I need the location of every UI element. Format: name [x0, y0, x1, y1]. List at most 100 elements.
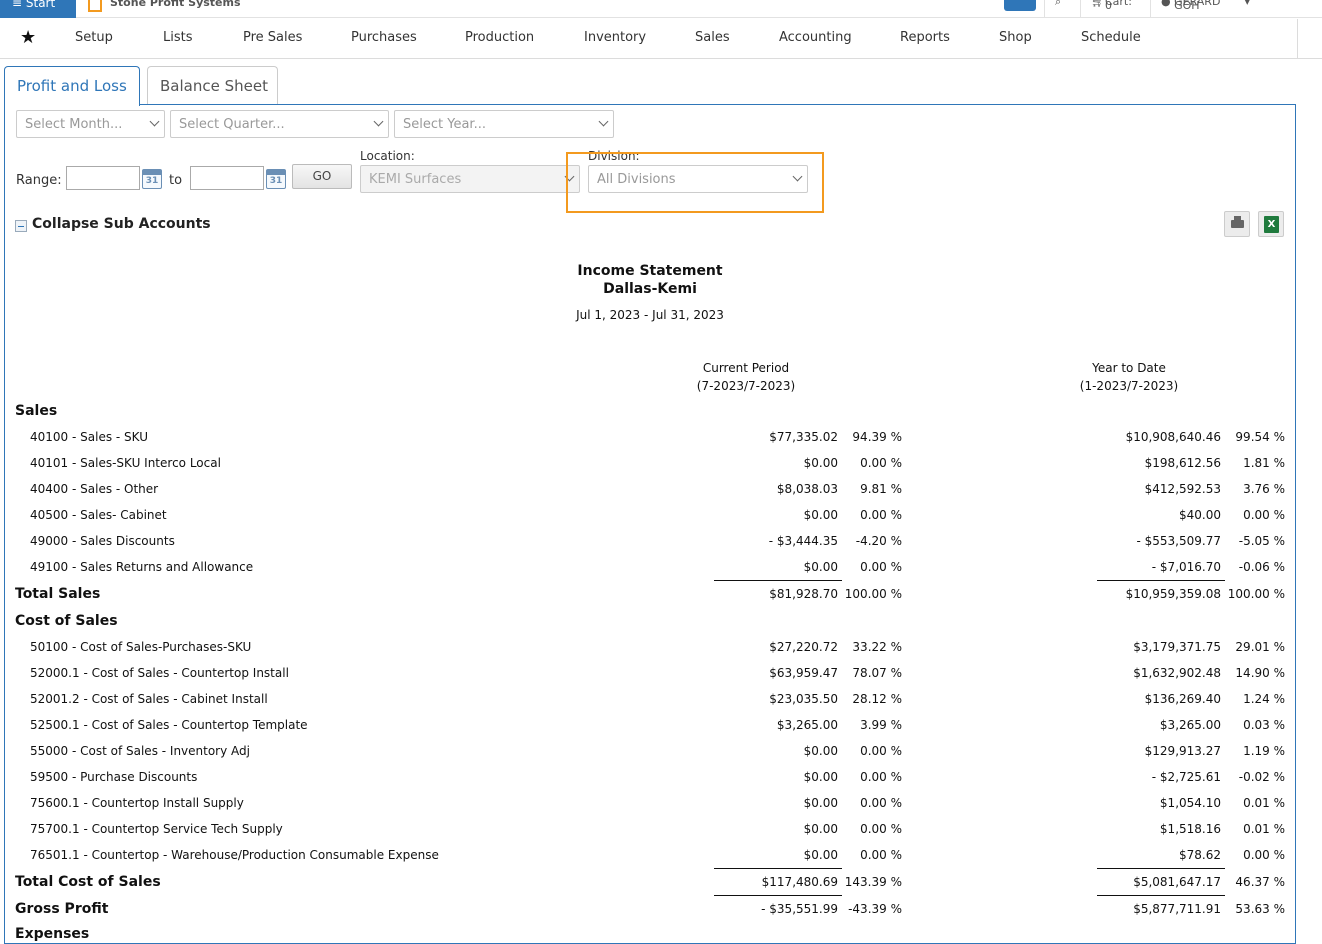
year-select-value: Select Year... [403, 117, 486, 132]
year-select[interactable]: Select Year... [394, 110, 614, 138]
sales-row-current-pct: 9.81 % [860, 482, 902, 496]
cos-row-current-pct: 3.99 % [860, 718, 902, 732]
total-cos-current-pct: 143.39 % [844, 875, 902, 889]
location-select[interactable]: KEMI Surfaces [360, 165, 580, 193]
calendar-icon[interactable]: 31 [142, 169, 162, 189]
total-sales-current-pct: 100.00 % [844, 587, 902, 601]
sales-row-current: - $3,444.35 [768, 534, 838, 548]
location-select-value: KEMI Surfaces [369, 172, 462, 187]
cos-row-current: $63,959.47 [769, 666, 838, 680]
tab-balance-sheet[interactable]: Balance Sheet [147, 66, 278, 104]
account-name: 40400 - Sales - Other [30, 482, 159, 496]
collapse-minus-icon[interactable] [15, 220, 27, 232]
menu-shop[interactable]: Shop [999, 30, 1032, 45]
range-to-label: to [169, 173, 183, 188]
total-sales-ytd: $10,959,359.08 [1125, 587, 1221, 601]
cos-row-current-pct: 0.00 % [860, 744, 902, 758]
cos-row-ytd: $3,265.00 [1159, 718, 1221, 732]
cos-row-current-pct: 0.00 % [860, 770, 902, 784]
cos-row-current: $0.00 [803, 744, 838, 758]
cos-row-ytd: $1,054.10 [1159, 796, 1221, 810]
menu-lists[interactable]: Lists [163, 30, 193, 45]
cos-row-ytd: $78.62 [1179, 848, 1221, 862]
cos-row-current-pct: 28.12 % [852, 692, 902, 706]
cos-row-ytd: $1,518.16 [1159, 822, 1221, 836]
menu-reports[interactable]: Reports [900, 30, 950, 45]
favorites-star-icon[interactable]: ★ [20, 27, 36, 48]
gross-profit-current-pct: -43.39 % [848, 902, 902, 916]
gross-profit-ytd-pct: 53.63 % [1235, 902, 1285, 916]
total-rule [1097, 895, 1225, 896]
caret-down-icon: ▾ [1240, 0, 1250, 8]
cos-row-ytd-pct: 0.01 % [1243, 796, 1285, 810]
sales-row-current: $0.00 [803, 508, 838, 522]
menu-schedule[interactable]: Schedule [1081, 30, 1141, 45]
range-end-input[interactable] [190, 166, 264, 190]
export-excel-button[interactable]: X [1258, 211, 1284, 237]
sales-row-ytd-pct: -0.06 % [1238, 560, 1285, 574]
chevron-down-icon [373, 116, 384, 127]
go-button[interactable]: GO [292, 164, 352, 189]
sales-row-ytd: $10,908,640.46 [1125, 430, 1221, 444]
cos-row-ytd-pct: 29.01 % [1235, 640, 1285, 654]
account-name: 52000.1 - Cost of Sales - Countertop Ins… [30, 666, 289, 680]
cos-row-ytd: $136,269.40 [1144, 692, 1221, 706]
total-cost-of-sales-label: Total Cost of Sales [15, 874, 161, 890]
division-highlight [566, 152, 824, 213]
total-sales-label: Total Sales [15, 586, 101, 602]
menu-sales[interactable]: Sales [695, 30, 730, 45]
report-title: Income Statement [577, 263, 723, 279]
sales-row-ytd: - $7,016.70 [1151, 560, 1221, 574]
menu-inventory[interactable]: Inventory [584, 30, 646, 45]
account-name: 55000 - Cost of Sales - Inventory Adj [30, 744, 250, 758]
cos-row-ytd-pct: 0.03 % [1243, 718, 1285, 732]
sales-row-current-pct: 0.00 % [860, 560, 902, 574]
cos-row-ytd: $1,632,902.48 [1133, 666, 1221, 680]
range-label: Range: [16, 173, 62, 188]
sales-row-current: $8,038.03 [776, 482, 838, 496]
menu-divider [1297, 19, 1298, 59]
month-select[interactable]: Select Month... [16, 110, 165, 138]
chevron-down-icon [598, 116, 609, 127]
sales-row-current-pct: -4.20 % [855, 534, 902, 548]
cos-row-current: $23,035.50 [769, 692, 838, 706]
tab-profit-and-loss[interactable]: Profit and Loss [4, 66, 140, 106]
account-name: 49000 - Sales Discounts [30, 534, 175, 548]
user-icon: ● [1161, 0, 1175, 8]
collapse-sub-accounts[interactable]: Collapse Sub Accounts [32, 216, 211, 232]
camera-icon[interactable] [1004, 0, 1036, 11]
account-name: 40100 - Sales - SKU [30, 430, 148, 444]
user-menu[interactable]: ● GERARD GOH ▾ [1150, 0, 1260, 18]
menu-accounting[interactable]: Accounting [779, 30, 852, 45]
cart-button[interactable]: 🛒︎ Cart: 0 [1080, 0, 1150, 18]
cos-row-current-pct: 33.22 % [852, 640, 902, 654]
brand-name: Stone Profit Systems [110, 0, 241, 9]
print-button[interactable] [1224, 211, 1250, 237]
menu-purchases[interactable]: Purchases [351, 30, 417, 45]
start-button[interactable]: ≡ Start [0, 0, 76, 18]
cos-row-current-pct: 0.00 % [860, 848, 902, 862]
account-name: 52500.1 - Cost of Sales - Countertop Tem… [30, 718, 308, 732]
sales-row-current-pct: 94.39 % [852, 430, 902, 444]
quarter-select[interactable]: Select Quarter... [170, 110, 389, 138]
sales-row-current-pct: 0.00 % [860, 456, 902, 470]
menu-setup[interactable]: Setup [75, 30, 113, 45]
calendar-icon[interactable]: 31 [266, 169, 286, 189]
menu-production[interactable]: Production [465, 30, 534, 45]
sales-row-current: $0.00 [803, 456, 838, 470]
search-icon[interactable]: ⌕ [1044, 0, 1080, 18]
sales-row-ytd-pct: 1.81 % [1243, 456, 1285, 470]
account-name: 75700.1 - Countertop Service Tech Supply [30, 822, 283, 836]
excel-icon: X [1264, 216, 1279, 233]
total-sales-ytd-pct: 100.00 % [1227, 587, 1285, 601]
account-name: 75600.1 - Countertop Install Supply [30, 796, 244, 810]
sales-row-ytd: $412,592.53 [1144, 482, 1221, 496]
cos-row-current: $0.00 [803, 770, 838, 784]
range-start-input[interactable] [66, 166, 140, 190]
brand: Stone Profit Systems [88, 0, 241, 18]
total-rule [714, 868, 842, 869]
account-name: 49100 - Sales Returns and Allowance [30, 560, 254, 574]
total-rule [1097, 868, 1225, 869]
menu-pre-sales[interactable]: Pre Sales [243, 30, 302, 45]
account-name: 50100 - Cost of Sales-Purchases-SKU [30, 640, 252, 654]
